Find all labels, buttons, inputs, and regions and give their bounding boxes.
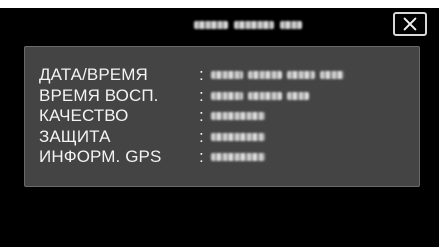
blurred-text [234,21,274,29]
row-label: ВРЕМЯ ВОСП. [39,85,159,105]
info-rows: ДАТА/ВРЕМЯ : ВРЕМЯ ВОСП. : КАЧЕСТВО: ЗА… [39,65,344,168]
blurred-text [194,21,228,29]
info-row-date-time: ДАТА/ВРЕМЯ : [39,65,344,86]
row-value-obscured [211,106,265,126]
row-separator: : [199,106,204,126]
header-title-obscured [194,20,326,30]
row-value-obscured [211,147,265,167]
row-separator: : [199,147,204,167]
info-row-protect: ЗАЩИТА : [39,127,344,148]
info-panel: ДАТА/ВРЕМЯ : ВРЕМЯ ВОСП. : КАЧЕСТВО: ЗА… [24,46,420,187]
row-value-obscured [211,65,344,85]
row-value-obscured [211,86,309,106]
info-row-gps: ИНФОРМ. GPS : [39,147,344,168]
row-separator: : [199,85,204,105]
blurred-text [280,21,302,29]
top-strip [0,0,439,8]
info-row-quality: КАЧЕСТВО : [39,106,344,127]
row-label: ИНФОРМ. GPS [39,147,162,167]
row-separator: : [199,126,204,146]
close-x-icon [403,17,417,31]
row-label: ЗАЩИТА [39,126,111,146]
camera-info-screen: ДАТА/ВРЕМЯ : ВРЕМЯ ВОСП. : КАЧЕСТВО: ЗА… [0,0,439,247]
row-value-obscured [211,127,265,147]
close-button[interactable] [393,12,427,36]
row-label: ДАТА/ВРЕМЯ [39,65,148,85]
row-separator: : [199,65,204,85]
info-row-play-time: ВРЕМЯ ВОСП. : [39,86,344,107]
row-label: КАЧЕСТВО [39,106,129,126]
top-text-fragment [0,0,439,8]
